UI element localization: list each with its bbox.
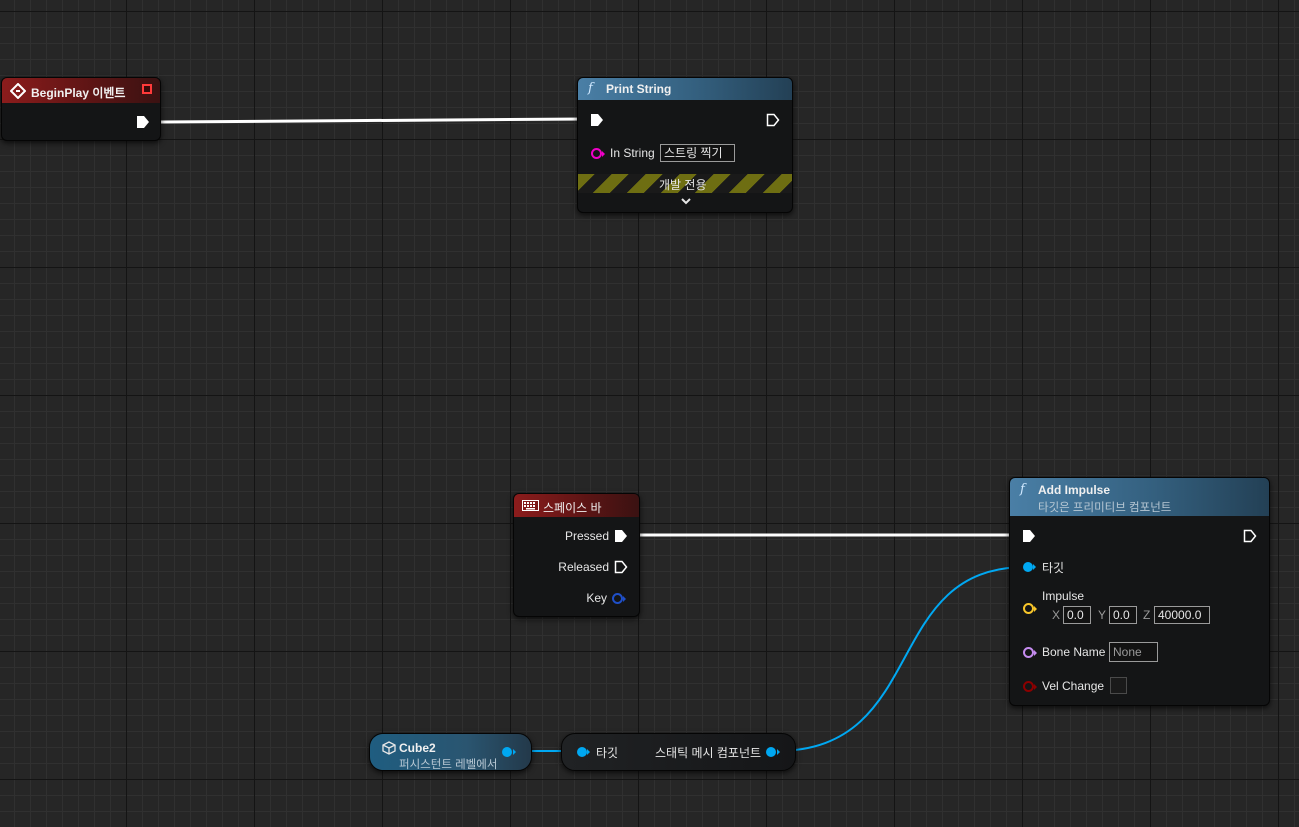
impulse-y-input[interactable]: 0.0 <box>1109 606 1137 624</box>
delegate-pin[interactable] <box>142 84 152 94</box>
exec-input-pin[interactable] <box>1022 529 1036 543</box>
print-string-header[interactable]: f Print String <box>578 78 792 100</box>
released-label: Released <box>558 560 609 574</box>
spacebar-header[interactable]: 스페이스 바 <box>514 494 639 517</box>
key-output-pin[interactable] <box>612 593 623 604</box>
static-mesh-component-node[interactable]: 타깃 스태틱 메시 컴포넌트 <box>561 733 796 771</box>
add-impulse-node[interactable]: f Add Impulse 타깃은 프리미티브 컴포넌트 타깃 Impulse … <box>1009 477 1270 706</box>
static-mesh-output-label: 스태틱 메시 컴포넌트 <box>655 746 762 760</box>
cube2-variable-node[interactable]: Cube2 퍼시스턴트 레벨에서 <box>369 733 532 771</box>
cube2-subtitle: 퍼시스턴트 레벨에서 <box>399 759 498 771</box>
bone-name-input[interactable]: None <box>1109 642 1158 662</box>
vel-change-label: Vel Change <box>1042 679 1105 693</box>
in-string-input[interactable]: 스트링 찍기 <box>660 144 735 162</box>
print-string-node[interactable]: f Print String In String 스트링 찍기 개발 전용 <box>577 77 793 213</box>
impulse-z-input[interactable]: 40000.0 <box>1154 606 1210 624</box>
vel-change-input-pin[interactable] <box>1023 681 1034 692</box>
pressed-exec-pin[interactable] <box>614 529 628 543</box>
bone-name-input-pin[interactable] <box>1023 647 1034 658</box>
bone-name-pin-arrow <box>1034 650 1037 656</box>
key-pin-arrow <box>623 596 626 602</box>
vel-change-checkbox[interactable] <box>1110 677 1127 694</box>
impulse-pin-arrow <box>1034 606 1037 612</box>
key-label: Key <box>586 591 607 605</box>
beginplay-title: BeginPlay 이벤트 <box>31 86 126 100</box>
in-string-label: In String <box>610 146 655 160</box>
exec-input-pin[interactable] <box>590 113 604 127</box>
event-icon <box>10 83 26 99</box>
static-mesh-output-pin[interactable] <box>766 747 776 757</box>
static-mesh-target-label: 타깃 <box>596 746 619 760</box>
add-impulse-title: Add Impulse <box>1038 483 1111 497</box>
impulse-x-input[interactable]: 0.0 <box>1063 606 1091 624</box>
impulse-input-pin[interactable] <box>1023 603 1034 614</box>
pressed-label: Pressed <box>564 529 609 543</box>
static-mesh-target-input-pin[interactable] <box>577 747 587 757</box>
target-pin-arrow <box>1033 564 1036 570</box>
function-icon: f <box>588 81 593 96</box>
function-icon: f <box>1020 482 1025 497</box>
spacebar-title: 스페이스 바 <box>543 501 602 515</box>
wire-beginplay-to-printstring <box>159 117 587 124</box>
wire-staticmesh-to-target <box>775 566 1027 752</box>
cube2-output-pin[interactable] <box>502 747 512 757</box>
spacebar-input-node[interactable]: 스페이스 바 Pressed Released Key <box>513 493 640 617</box>
static-mesh-output-pin-arrow <box>777 749 780 755</box>
released-exec-pin[interactable] <box>614 560 628 574</box>
cube-icon <box>382 741 396 755</box>
target-input-pin[interactable] <box>1023 562 1033 572</box>
development-only-label: 개발 전용 <box>659 178 707 192</box>
impulse-x-label: X <box>1052 608 1061 622</box>
in-string-pin[interactable] <box>591 148 602 159</box>
target-label: 타깃 <box>1042 561 1065 575</box>
in-string-pin-arrow <box>602 151 605 157</box>
add-impulse-header[interactable]: f Add Impulse 타깃은 프리미티브 컴포넌트 <box>1010 478 1269 516</box>
impulse-z-label: Z <box>1143 608 1151 622</box>
impulse-label: Impulse <box>1042 589 1085 603</box>
cube2-title: Cube2 <box>399 741 436 755</box>
vel-change-pin-arrow <box>1034 684 1037 690</box>
static-mesh-target-pin-arrow <box>587 749 590 755</box>
exec-output-pin[interactable] <box>766 113 780 127</box>
keyboard-icon <box>522 500 539 511</box>
exec-output-pin[interactable] <box>136 115 150 129</box>
cube2-pin-arrow <box>513 749 516 755</box>
beginplay-header[interactable]: BeginPlay 이벤트 <box>2 78 160 103</box>
bone-name-label: Bone Name <box>1042 645 1106 659</box>
add-impulse-subtitle: 타깃은 프리미티브 컴포넌트 <box>1038 502 1172 514</box>
expand-chevron-icon[interactable] <box>680 196 692 206</box>
exec-output-pin[interactable] <box>1243 529 1257 543</box>
beginplay-event-node[interactable]: BeginPlay 이벤트 <box>1 77 161 141</box>
print-string-title: Print String <box>606 82 672 96</box>
impulse-y-label: Y <box>1098 608 1107 622</box>
